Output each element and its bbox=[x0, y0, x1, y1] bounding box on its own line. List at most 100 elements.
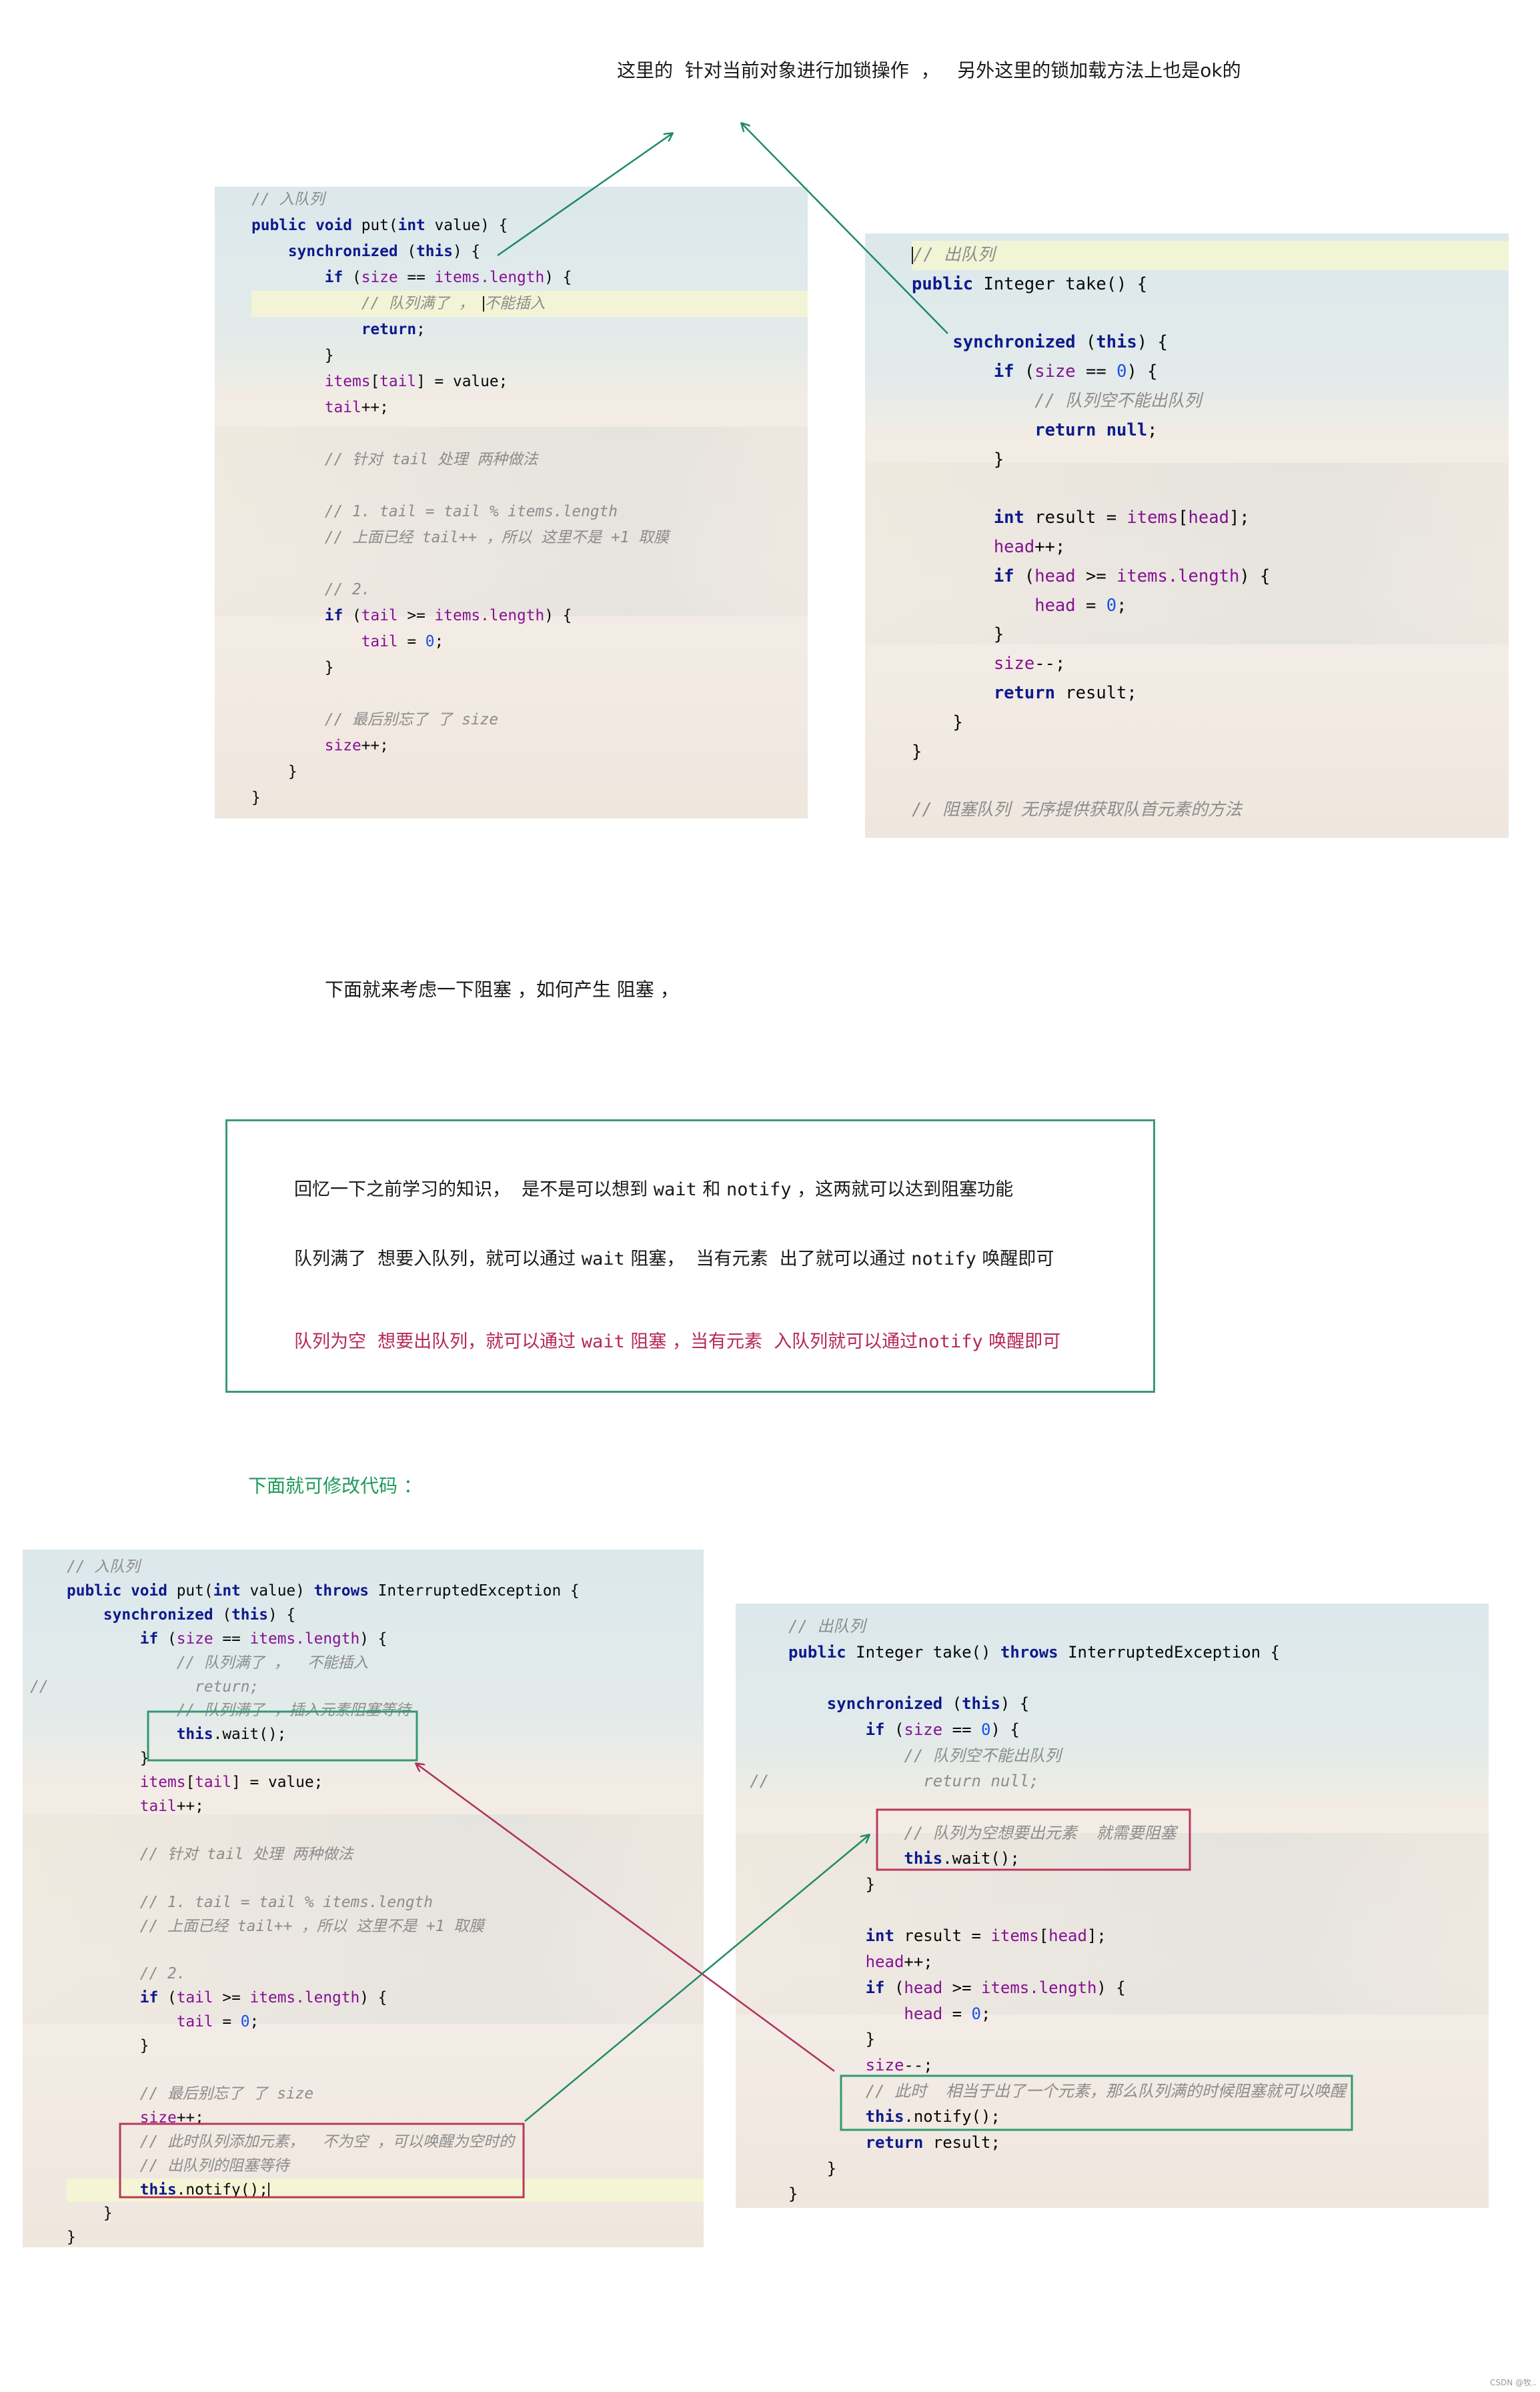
code-token: head bbox=[788, 2004, 943, 2023]
code-token: ( bbox=[222, 1606, 232, 1624]
code-token: size bbox=[904, 1720, 943, 1739]
code-token: ) { bbox=[1239, 566, 1271, 586]
code-keyword: wait bbox=[581, 1249, 625, 1269]
text-cursor bbox=[267, 2182, 269, 2198]
code-token: tail bbox=[195, 1774, 232, 1792]
code-line: ​ bbox=[788, 1794, 1489, 1820]
code-token: return null bbox=[912, 420, 1148, 440]
text-segment: 唤醒即可 bbox=[982, 1331, 1061, 1352]
code-line: public Integer take() throws Interrupted… bbox=[788, 1640, 1489, 1666]
code-line: return; bbox=[251, 317, 808, 343]
code-line: } bbox=[912, 738, 1509, 767]
code-token: // 2. bbox=[251, 581, 371, 598]
code-line: int result = items[head]; bbox=[912, 504, 1509, 533]
code-line: if (size == 0) { bbox=[912, 358, 1509, 387]
code-token: 不能插入 bbox=[484, 295, 546, 312]
code-token: ; bbox=[416, 321, 426, 338]
code-line: } bbox=[912, 708, 1509, 738]
code-token: = bbox=[942, 2004, 972, 2023]
code-token: // 入队列 bbox=[67, 1558, 140, 1576]
code-line: } bbox=[251, 655, 808, 681]
code-token: // 队列空不能出队列 bbox=[912, 390, 1202, 411]
code-line: if (tail >= items.length) { bbox=[67, 1986, 704, 2010]
code-token: if bbox=[67, 1630, 167, 1648]
code-token: items.length bbox=[434, 607, 545, 624]
code-token: this bbox=[416, 243, 453, 260]
modify-heading: 下面就可修改代码 ： bbox=[248, 1475, 422, 1497]
code-token: ( bbox=[167, 1630, 177, 1648]
code-token: = bbox=[398, 633, 426, 650]
code-keyword: notify bbox=[726, 1179, 792, 1200]
text-segment: ，这两就可以达到阻塞功能 bbox=[791, 1179, 1014, 1200]
code-token: ++; bbox=[176, 1798, 204, 1816]
code-token: ) { bbox=[544, 269, 572, 286]
code-token: // 针对 tail 处理 两种做法 bbox=[251, 451, 538, 468]
code-token: } bbox=[251, 347, 334, 364]
code-token: this bbox=[962, 1694, 1000, 1714]
blocking-note: 下面就来考虑一下阻塞 ，如何产生 阻塞 ， bbox=[325, 979, 679, 1001]
code-line: // 2. bbox=[251, 577, 808, 603]
code-block-take-original: // 出队列public Integer take() {​ synchroni… bbox=[865, 233, 1509, 838]
code-token: tail bbox=[251, 399, 361, 416]
code-line: return null; bbox=[912, 416, 1509, 446]
code-token: 0 bbox=[240, 2013, 250, 2031]
code-line: public void put(int value) { bbox=[251, 213, 808, 239]
code-token: } bbox=[788, 2185, 798, 2204]
code-token: >= bbox=[398, 607, 435, 624]
code-line: return result; bbox=[912, 679, 1509, 708]
code-token: // 最后别忘了 了 size bbox=[67, 2084, 314, 2103]
code-token: ) { bbox=[267, 1606, 296, 1624]
code-token: if bbox=[788, 1978, 894, 1997]
code-line: synchronized (this) { bbox=[788, 1691, 1489, 1717]
code-keyword: notify bbox=[911, 1249, 976, 1269]
code-token: result; bbox=[932, 2133, 1000, 2153]
code-token: // 1. tail = tail % items.length bbox=[251, 503, 618, 520]
code-token: [ bbox=[1178, 508, 1189, 528]
code-token: // 出队列 bbox=[788, 1617, 866, 1636]
code-line: ​ bbox=[251, 681, 808, 707]
code-token: // 1. tail = tail % items.length bbox=[67, 1893, 433, 1911]
code-line: // 上面已经 tail++ ，所以 这里不是 +1 取膜 bbox=[67, 1915, 704, 1939]
code-line: tail++; bbox=[67, 1795, 704, 1819]
code-token: if bbox=[251, 269, 352, 286]
code-token: head bbox=[912, 595, 1076, 616]
code-line: ​ bbox=[788, 1665, 1489, 1691]
code-line: // 队列空不能出队列 bbox=[912, 387, 1509, 416]
code-token: tail bbox=[67, 2013, 213, 2031]
code-line: size++; bbox=[67, 2107, 704, 2131]
code-line: } bbox=[67, 2226, 704, 2247]
code-token: } bbox=[912, 741, 922, 762]
text-segment: 队列为空 想要出队列，就可以通过 bbox=[294, 1331, 582, 1352]
code-token: this bbox=[788, 1849, 943, 1868]
code-token: --; bbox=[904, 2055, 933, 2074]
code-token: } bbox=[251, 763, 297, 780]
code-token: // 此时队列添加元素， 不为空 ，可以唤醒为空时的 bbox=[67, 2133, 514, 2151]
code-token: size bbox=[1034, 362, 1076, 382]
code-token: size bbox=[251, 737, 361, 754]
code-line: head++; bbox=[788, 1949, 1489, 1975]
code-token: .notify(); bbox=[176, 2181, 268, 2199]
code-line: // 针对 tail 处理 两种做法 bbox=[67, 1843, 704, 1867]
code-line: this.notify(); bbox=[67, 2178, 704, 2203]
code-line: // 队列空不能出队列 bbox=[788, 1743, 1489, 1769]
code-token: ( bbox=[894, 1720, 904, 1739]
text-segment: 回忆一下之前学习的知识， 是不是可以想到 bbox=[294, 1179, 654, 1200]
code-line: // 出队列 bbox=[788, 1614, 1489, 1640]
code-line: return result; bbox=[788, 2130, 1489, 2156]
code-token: == bbox=[213, 1630, 250, 1648]
code-line: // 针对 tail 处理 两种做法 bbox=[251, 447, 808, 473]
code-token: ++; bbox=[904, 1952, 933, 1972]
code-token: throws bbox=[1000, 1642, 1068, 1662]
code-token: tail bbox=[361, 607, 398, 624]
code-line: } bbox=[912, 446, 1509, 475]
code-line: // 此时 相当于出了一个元素，那么队列满的时候阻塞就可以唤醒 bbox=[788, 2078, 1489, 2105]
code-token: public void bbox=[67, 1582, 177, 1600]
code-token: 0 bbox=[971, 2004, 981, 2023]
code-token: // 队列满了 ，插入元素阻塞等待 bbox=[67, 1702, 411, 1720]
code-token: size bbox=[788, 2055, 904, 2074]
code-line-commented-out: // return; bbox=[30, 1676, 704, 1700]
code-line: public void put(int value) throws Interr… bbox=[67, 1580, 704, 1604]
watermark: CSDN @牧.. bbox=[1490, 2378, 1537, 2387]
code-keyword: notify bbox=[918, 1331, 983, 1352]
code-token: } bbox=[788, 1875, 876, 1894]
